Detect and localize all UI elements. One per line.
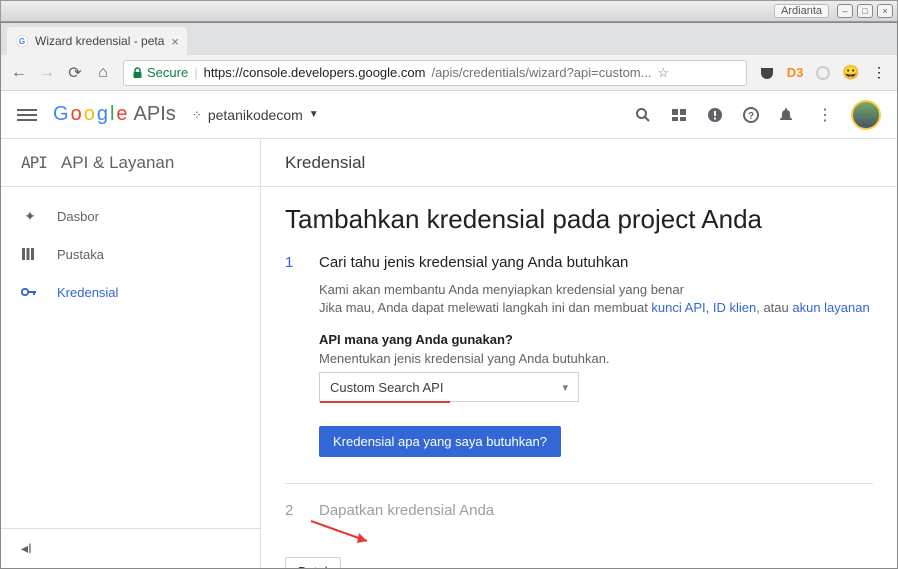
forward-button[interactable]: → xyxy=(39,64,55,82)
sidebar-item-dashboard[interactable]: ✦ Dasbor xyxy=(1,197,260,235)
pocket-ext-icon[interactable] xyxy=(759,65,775,81)
reload-button[interactable]: ⟳ xyxy=(67,63,83,83)
user-avatar[interactable] xyxy=(851,100,881,130)
link-api-key[interactable]: kunci API xyxy=(651,300,705,315)
bookmark-star-icon[interactable]: ☆ xyxy=(657,65,669,81)
google-favicon-icon: G xyxy=(15,34,29,48)
secure-label: Secure xyxy=(147,65,188,80)
sidebar-item-label: Kredensial xyxy=(57,285,118,300)
home-button[interactable]: ⌂ xyxy=(95,64,111,82)
step-title: Cari tahu jenis kredensial yang Anda but… xyxy=(319,254,873,271)
wizard-step-2: 2 Dapatkan kredensial Anda xyxy=(285,502,873,529)
sidebar-item-label: Dasbor xyxy=(57,209,99,224)
tab-title: Wizard kredensial - peta xyxy=(35,34,165,48)
api-question-label: API mana yang Anda gunakan? xyxy=(319,332,873,347)
api-logo-icon: API xyxy=(21,153,47,172)
cancel-button[interactable]: Batal xyxy=(285,557,341,568)
step-number: 1 xyxy=(285,254,299,458)
sidebar-item-label: Pustaka xyxy=(57,247,104,262)
extension-icons: D3 😀 ⋮ xyxy=(759,65,887,81)
step-title: Dapatkan kredensial Anda xyxy=(319,502,494,519)
main-layout: API API & Layanan ✦ Dasbor Pustaka Krede… xyxy=(1,139,897,568)
os-window-title: Ardianta xyxy=(774,4,829,18)
sidebar-item-library[interactable]: Pustaka xyxy=(1,235,260,273)
library-icon xyxy=(21,247,39,261)
d3-ext-icon[interactable]: D3 xyxy=(787,65,803,81)
sidebar-collapse-button[interactable]: ◂I xyxy=(1,528,260,568)
chevron-down-icon: ▼ xyxy=(309,109,319,120)
google-apis-logo: Google APIs xyxy=(53,103,176,126)
project-icon: ⁘ xyxy=(192,108,202,122)
search-icon[interactable] xyxy=(635,107,655,123)
browser-toolbar: ← → ⟳ ⌂ Secure | https://console.develop… xyxy=(1,55,897,91)
url-path: /apis/credentials/wizard?api=custom... xyxy=(431,65,651,80)
wizard-step-1: 1 Cari tahu jenis kredensial yang Anda b… xyxy=(285,254,873,458)
sidebar-item-credentials[interactable]: Kredensial xyxy=(1,273,260,311)
alert-icon[interactable] xyxy=(707,107,727,123)
emoji-ext-icon[interactable]: 😀 xyxy=(843,65,859,81)
os-maximize-button[interactable]: □ xyxy=(857,4,873,18)
step-divider xyxy=(285,483,873,484)
browser-menu-icon[interactable]: ⋮ xyxy=(871,65,887,81)
svg-text:?: ? xyxy=(748,111,754,122)
os-minimize-button[interactable]: – xyxy=(837,4,853,18)
api-question-desc: Menentukan jenis kredensial yang Anda bu… xyxy=(319,351,873,366)
what-credentials-button[interactable]: Kredensial apa yang saya butuhkan? xyxy=(319,426,561,457)
kebab-menu-icon[interactable]: ⋮ xyxy=(815,105,835,125)
url-host: https://console.developers.google.com xyxy=(204,65,426,80)
cloud-console-header: Google APIs ⁘ petanikodecom ▼ ? ⋮ xyxy=(1,91,897,139)
back-button[interactable]: ← xyxy=(11,64,27,82)
os-titlebar: Ardianta – □ × xyxy=(0,0,898,22)
key-icon xyxy=(21,287,39,297)
step-help-text: Kami akan membantu Anda menyiapkan krede… xyxy=(319,281,873,319)
sidebar-product-label: API & Layanan xyxy=(61,153,174,173)
content-header-title: Kredensial xyxy=(285,153,365,173)
secure-indicator: Secure xyxy=(132,65,188,80)
browser-window: G Wizard kredensial - peta × ← → ⟳ ⌂ Sec… xyxy=(0,22,898,569)
dashboard-icon: ✦ xyxy=(21,208,39,225)
link-service-account[interactable]: akun layanan xyxy=(792,300,869,315)
svg-text:G: G xyxy=(19,37,25,46)
tab-close-icon[interactable]: × xyxy=(171,34,179,49)
notifications-icon[interactable] xyxy=(779,107,799,123)
content-header: Kredensial xyxy=(261,139,897,187)
help-icon[interactable]: ? xyxy=(743,107,763,123)
gift-icon[interactable] xyxy=(671,107,691,123)
nav-menu-icon[interactable] xyxy=(17,109,37,121)
circle-ext-icon[interactable] xyxy=(815,65,831,81)
os-close-button[interactable]: × xyxy=(877,4,893,18)
step-number: 2 xyxy=(285,502,299,529)
api-select-value: Custom Search API xyxy=(330,380,443,395)
browser-tabstrip: G Wizard kredensial - peta × xyxy=(1,23,897,55)
page-title: Tambahkan kredensial pada project Anda xyxy=(285,203,873,236)
browser-tab[interactable]: G Wizard kredensial - peta × xyxy=(7,27,187,55)
content-body: Tambahkan kredensial pada project Anda 1… xyxy=(261,187,897,568)
link-client-id[interactable]: ID klien xyxy=(713,300,756,315)
lock-icon xyxy=(132,67,143,79)
sidebar-header: API API & Layanan xyxy=(1,139,260,187)
project-name: petanikodecom xyxy=(208,107,303,123)
collapse-icon: ◂I xyxy=(21,540,32,557)
content-area: Kredensial Tambahkan kredensial pada pro… xyxy=(261,139,897,568)
sidebar: API API & Layanan ✦ Dasbor Pustaka Krede… xyxy=(1,139,261,568)
api-select-dropdown[interactable]: Custom Search API xyxy=(319,372,579,402)
address-bar[interactable]: Secure | https://console.developers.goog… xyxy=(123,60,747,86)
project-picker[interactable]: ⁘ petanikodecom ▼ xyxy=(192,107,319,123)
